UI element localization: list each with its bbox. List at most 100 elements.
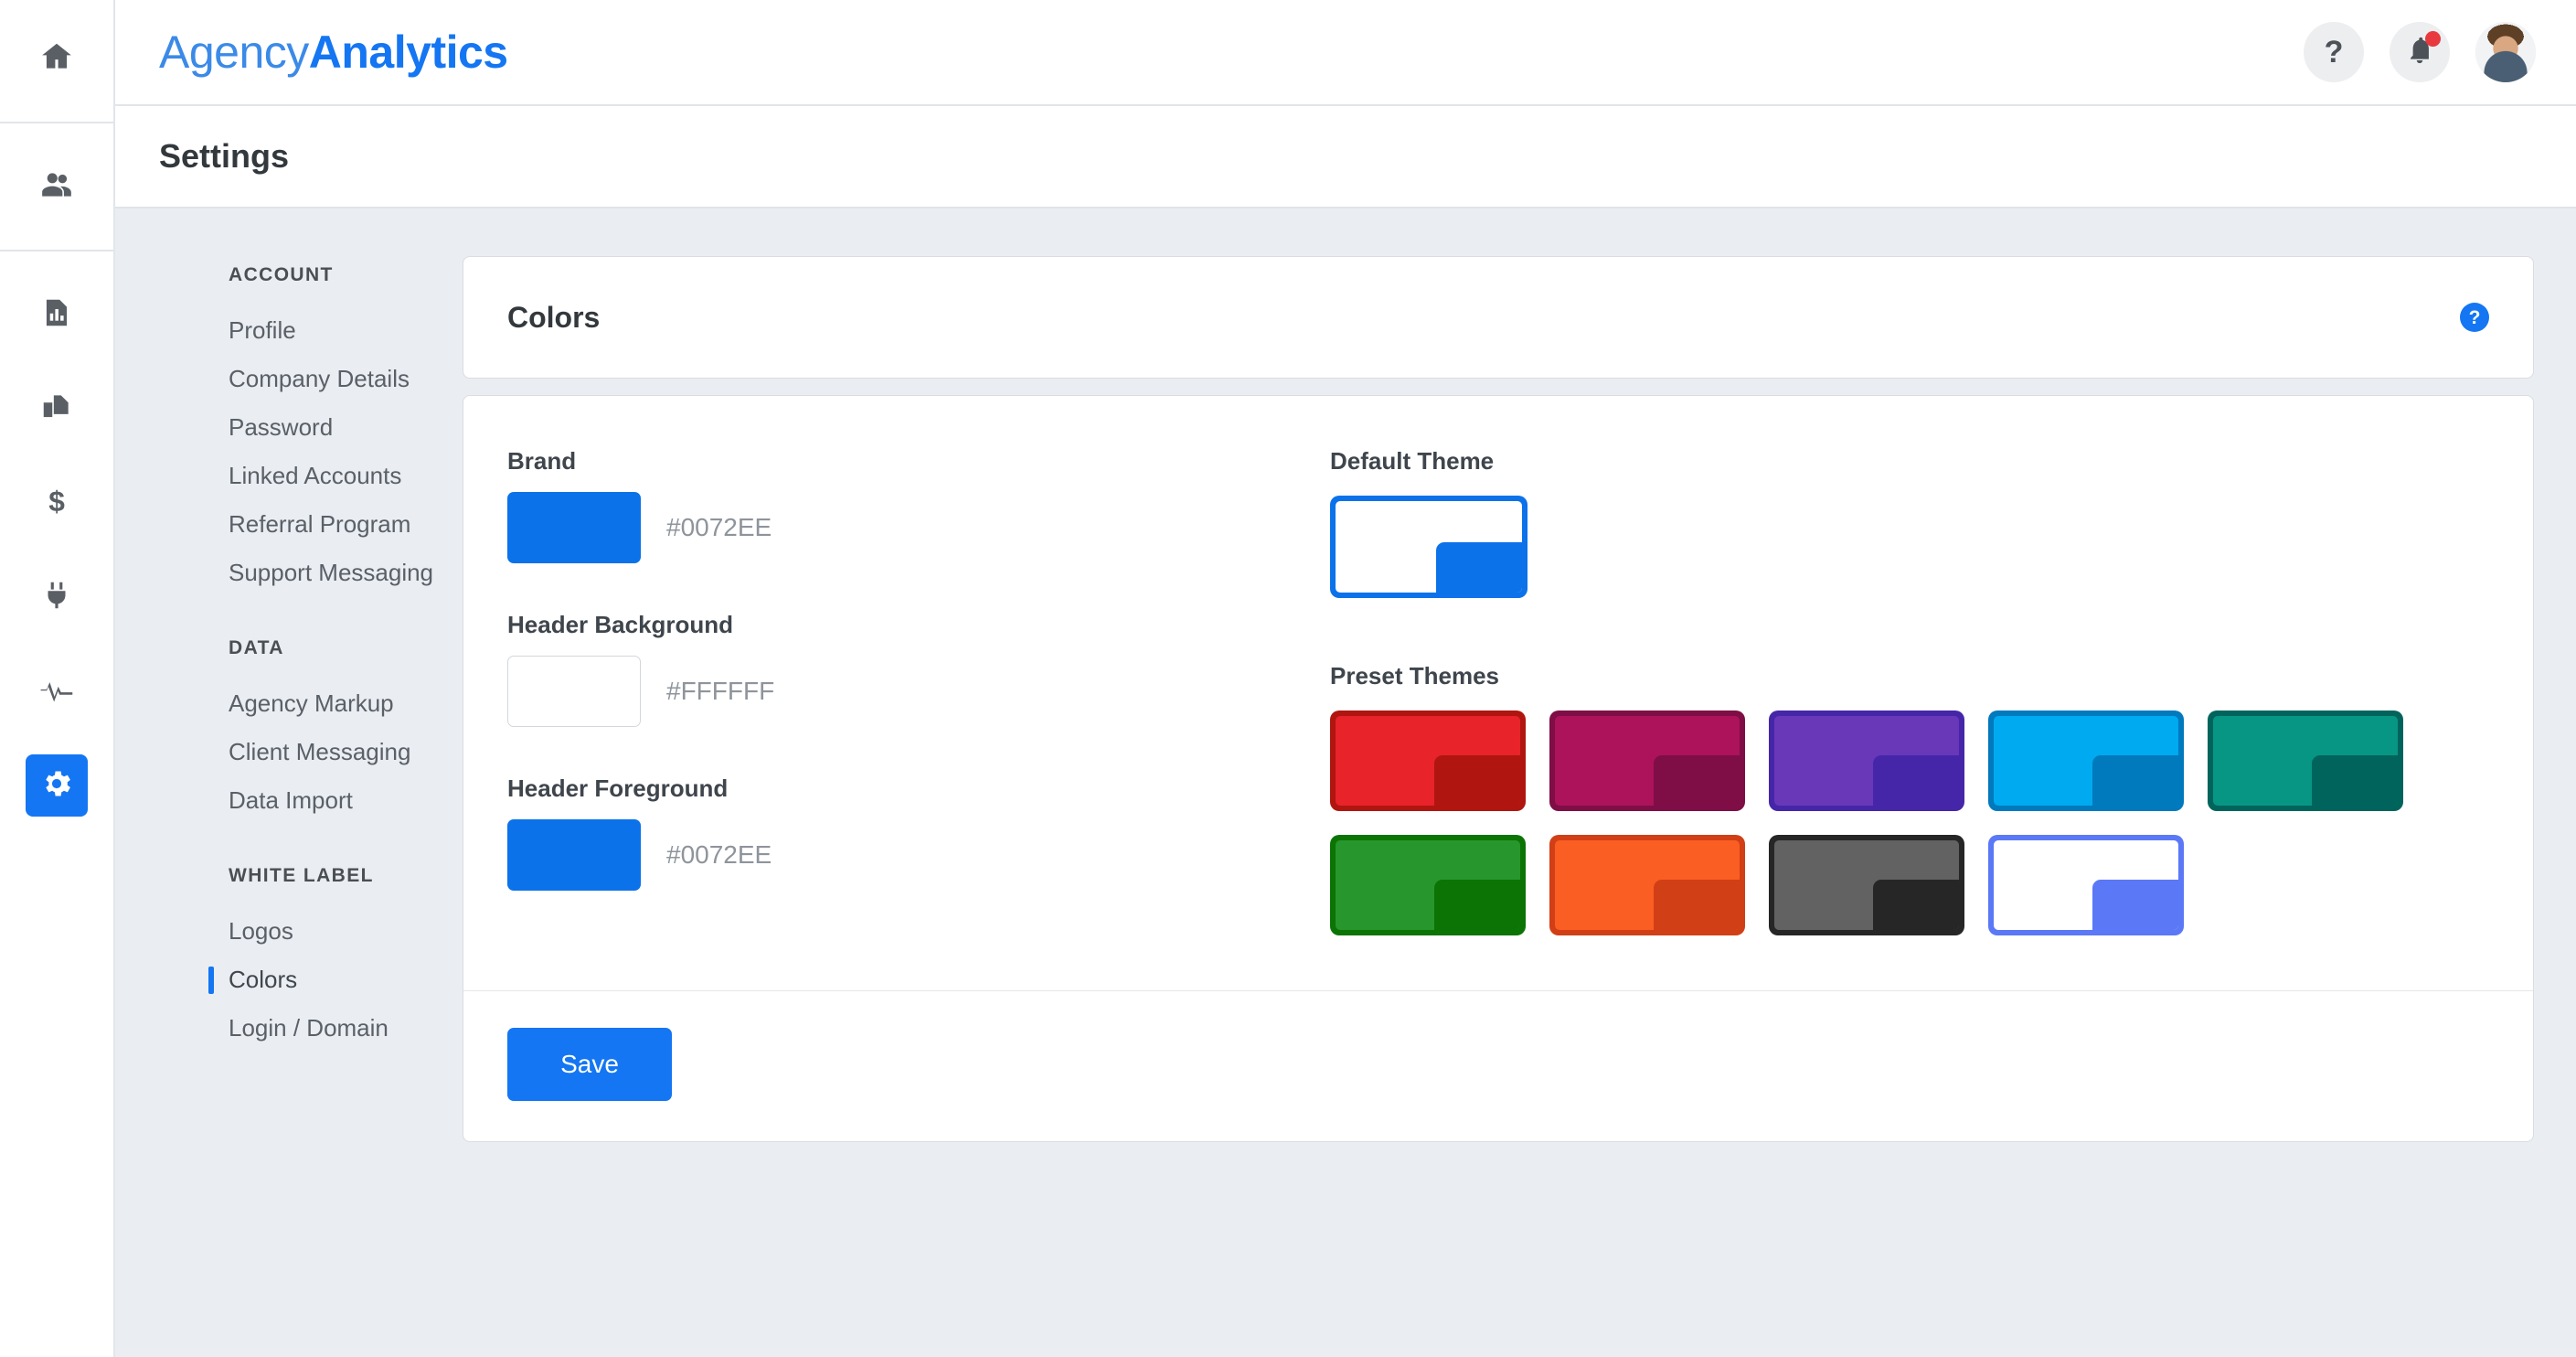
field-header-foreground: Header Foreground #0072EE [507,775,1330,891]
preset-theme-dark[interactable] [1769,835,1964,935]
page-title: Settings [159,137,290,175]
app-root: $ AgencyAnalytics ? Settings ACCOUNT Pro… [0,0,2576,1357]
default-theme-label: Default Theme [1330,447,1495,475]
settings-sidebar: ACCOUNT Profile Company Details Password… [115,256,463,1357]
colors-card-body: Brand #0072EE Header Background #FFFFFF … [463,395,2534,1142]
theme-corner-accent [1434,880,1520,930]
question-mark-icon: ? [2324,35,2344,69]
dollar-icon: $ [39,484,74,523]
header-foreground-color-swatch[interactable] [507,819,641,891]
rail-item-activity[interactable] [26,660,88,722]
rail-item-integrations[interactable] [26,566,88,628]
sidebar-item-client-messaging[interactable]: Client Messaging [229,728,463,776]
field-brand: Brand #0072EE [507,447,1330,563]
theme-corner-accent [1436,542,1522,593]
settings-group-data: DATA Agency Markup Client Messaging Data… [229,637,463,825]
sidebar-item-support-messaging[interactable]: Support Messaging [229,549,463,597]
rail-item-documents[interactable] [26,378,88,440]
save-button[interactable]: Save [507,1028,672,1101]
sidebar-item-colors[interactable]: Colors [208,956,463,1004]
colors-panel: Colors ? Brand #0072EE Header Background… [463,256,2534,1357]
header-background-color-swatch[interactable] [507,656,641,727]
colors-form: Brand #0072EE Header Background #FFFFFF … [463,396,2533,990]
field-row: #FFFFFF [507,656,1330,727]
app-header: AgencyAnalytics ? [115,0,2576,106]
colors-card-footer: Save [463,990,2533,1141]
theme-corner-accent [1654,880,1740,930]
app-logo[interactable]: AgencyAnalytics [159,26,508,79]
preset-theme-purple[interactable] [1769,711,1964,811]
logo-text-bold: Analytics [308,27,508,78]
help-button[interactable]: ? [2304,22,2364,82]
preset-theme-cyan[interactable] [1988,711,2184,811]
gear-icon [39,766,74,806]
preset-theme-red[interactable] [1330,711,1526,811]
preset-themes-grid [1330,711,2489,935]
settings-group-account: ACCOUNT Profile Company Details Password… [229,264,463,597]
home-icon [39,39,74,79]
theme-corner-accent [1434,755,1520,806]
theme-corner-accent [2092,755,2178,806]
brand-color-swatch[interactable] [507,492,641,563]
sidebar-item-company-details[interactable]: Company Details [229,355,463,403]
rail-item-home[interactable] [26,27,88,90]
field-label: Header Foreground [507,775,729,802]
colors-card-header: Colors ? [463,256,2534,379]
header-background-color-hex: #FFFFFF [666,677,775,705]
theme-corner-accent [1654,755,1740,806]
sidebar-item-profile[interactable]: Profile [229,306,463,355]
card-spacer [463,379,2534,395]
rail-item-reports[interactable] [26,283,88,346]
color-fields-column: Brand #0072EE Header Background #FFFFFF … [507,447,1330,935]
sidebar-item-password[interactable]: Password [229,403,463,452]
preset-theme-orange[interactable] [1549,835,1745,935]
rail-item-billing[interactable]: $ [26,472,88,534]
activity-icon [39,672,74,711]
header-actions: ? [2304,22,2536,82]
field-header-background: Header Background #FFFFFF [507,611,1330,727]
rail-divider [0,250,113,251]
settings-group-title: ACCOUNT [229,264,334,285]
documents-icon [39,390,74,429]
avatar-image [2475,22,2536,82]
primary-icon-rail: $ [0,0,115,1357]
theme-corner-accent [2312,755,2398,806]
default-theme-section: Default Theme [1330,447,2489,598]
field-label: Header Background [507,611,734,638]
rail-divider [0,122,113,123]
theme-corner-accent [2092,880,2178,930]
field-row: #0072EE [507,819,1330,891]
report-icon [39,295,74,335]
preset-theme-green[interactable] [1330,835,1526,935]
sidebar-item-logos[interactable]: Logos [229,907,463,956]
avatar[interactable] [2475,22,2536,82]
themes-column: Default Theme Preset Themes [1330,447,2489,935]
preset-themes-section: Preset Themes [1330,662,2489,935]
settings-group-title: WHITE LABEL [229,865,374,886]
settings-group-title: DATA [229,637,284,658]
main-column: AgencyAnalytics ? Settings ACCOUNT Profi… [115,0,2576,1357]
card-title: Colors [507,300,601,334]
preset-theme-magenta[interactable] [1549,711,1745,811]
plug-icon [39,578,74,617]
brand-color-hex: #0072EE [666,513,772,541]
header-foreground-color-hex: #0072EE [666,840,772,869]
preset-theme-teal[interactable] [2208,711,2403,811]
sidebar-item-login-domain[interactable]: Login / Domain [229,1004,463,1052]
default-theme-swatch[interactable] [1330,496,1528,598]
help-info-icon[interactable]: ? [2460,303,2489,332]
notification-badge-dot [2425,31,2441,47]
page-content: ACCOUNT Profile Company Details Password… [115,208,2576,1357]
svg-text:$: $ [48,485,65,518]
notifications-button[interactable] [2390,22,2450,82]
preset-theme-white[interactable] [1988,835,2184,935]
rail-item-clients[interactable] [26,155,88,218]
rail-item-settings[interactable] [26,754,88,817]
field-row: #0072EE [507,492,1330,563]
field-label: Brand [507,447,577,475]
sidebar-item-linked-accounts[interactable]: Linked Accounts [229,452,463,500]
sidebar-item-agency-markup[interactable]: Agency Markup [229,679,463,728]
sidebar-item-data-import[interactable]: Data Import [229,776,463,825]
theme-corner-accent [1873,755,1959,806]
sidebar-item-referral-program[interactable]: Referral Program [229,500,463,549]
